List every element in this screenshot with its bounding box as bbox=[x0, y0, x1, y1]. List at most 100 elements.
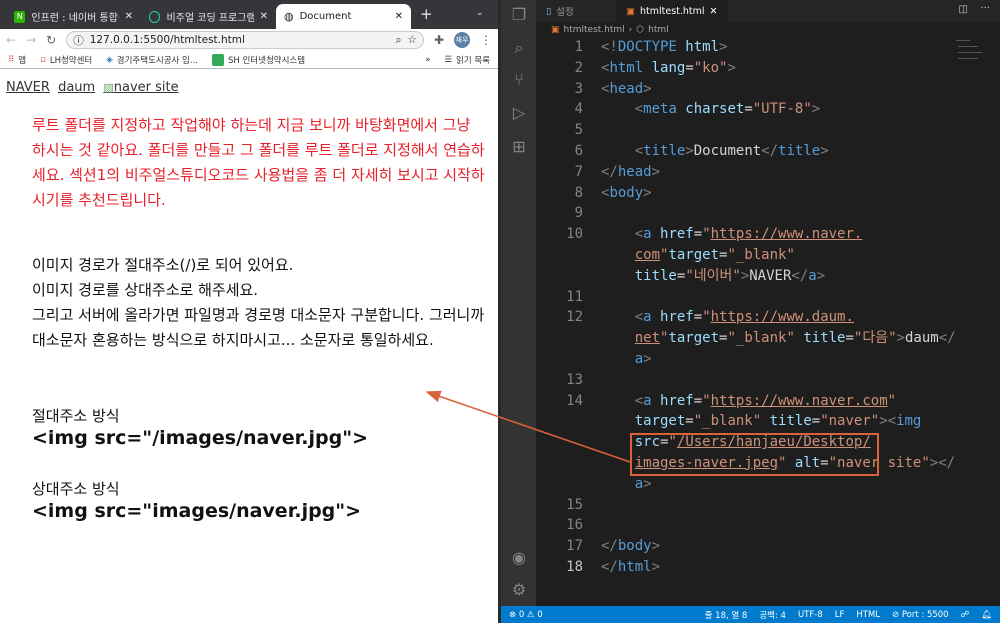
code-token: > bbox=[896, 330, 905, 347]
reading-list-button[interactable]: ☰ 읽기 목록 bbox=[444, 54, 490, 66]
chevron-right-icon: › bbox=[628, 24, 633, 35]
code-line[interactable]: 7 </head> bbox=[536, 162, 1000, 183]
daum-link[interactable]: daum bbox=[58, 80, 95, 95]
star-icon[interactable]: ☆ bbox=[408, 34, 417, 46]
code-line[interactable]: 3 <head> bbox=[536, 79, 1000, 100]
browser-tab-naver[interactable]: N 인프런 : 네이버 통합검색 ✕ bbox=[6, 4, 141, 29]
feedback-icon[interactable]: ☍ bbox=[961, 610, 970, 620]
menu-icon[interactable]: ⋮ bbox=[480, 33, 492, 47]
code-text: target="_blank" title="naver"><img bbox=[601, 411, 922, 432]
code-editor[interactable]: 1 <!DOCTYPE html> 2 <html lang="ko"> 3 <head>… bbox=[536, 37, 1000, 606]
bookmark-label: SH 인터넷청약시스템 bbox=[228, 55, 306, 66]
avatar[interactable]: 재우 bbox=[454, 32, 470, 48]
settings-gear-icon[interactable]: ⚙ bbox=[509, 580, 529, 600]
code-line[interactable]: net"target="_blank" title="다음">daum</ bbox=[536, 328, 1000, 349]
reload-icon[interactable]: ↻ bbox=[46, 33, 56, 47]
code-text: <html lang="ko"> bbox=[601, 58, 736, 79]
code-line[interactable]: 12 <a href="https://www.daum. bbox=[536, 307, 1000, 328]
close-tab-icon[interactable]: ✕ bbox=[395, 11, 403, 22]
line-number: 15 bbox=[566, 496, 583, 513]
bookmark-label: 경기주택도시공사 임... bbox=[116, 55, 198, 66]
language-mode[interactable]: HTML bbox=[856, 610, 880, 620]
bookmark-label: LH청약센터 bbox=[49, 55, 93, 66]
code-token: title bbox=[794, 330, 846, 347]
breadcrumb-file[interactable]: htmltest.html bbox=[564, 25, 625, 35]
code-line[interactable]: a> bbox=[536, 349, 1000, 370]
run-debug-icon[interactable]: ▷ bbox=[509, 103, 529, 123]
code-text: </head> bbox=[601, 162, 660, 183]
bookmark-sh[interactable]: SH 인터넷청약시스템 bbox=[212, 53, 306, 66]
code-token: "UTF-8" bbox=[752, 101, 812, 118]
bookmark-gh[interactable]: ◈ 경기주택도시공사 임... bbox=[106, 54, 198, 66]
code-line[interactable]: 8 <body> bbox=[536, 183, 1000, 204]
source-control-icon[interactable]: ⑂ bbox=[509, 70, 529, 90]
zoom-icon[interactable]: ⌕ bbox=[396, 34, 402, 47]
url-text[interactable]: 127.0.0.1:5500/htmltest.html bbox=[90, 34, 245, 46]
code-line[interactable]: title="네이버">NAVER</a> bbox=[536, 266, 1000, 287]
advice-line: 이미지 경로를 상대주소로 해주세요. bbox=[32, 281, 259, 299]
new-tab-button[interactable]: + bbox=[420, 5, 433, 23]
address-bar[interactable]: ⓘ 127.0.0.1:5500/htmltest.html ⌕ ☆ bbox=[66, 31, 424, 49]
code-line[interactable]: 13 bbox=[536, 370, 1000, 391]
black-advice-text: 이미지 경로가 절대주소(/)로 되어 있어요. 이미지 경로를 상대주소로 해… bbox=[32, 253, 487, 353]
code-line[interactable]: 10 <a href="https://www.naver. bbox=[536, 224, 1000, 245]
extensions-icon[interactable]: ⊞ bbox=[509, 137, 529, 157]
naver-image-link[interactable]: ▨naver site bbox=[103, 80, 178, 95]
code-token: >< bbox=[879, 413, 897, 430]
code-line[interactable]: 9 bbox=[536, 203, 1000, 224]
encoding[interactable]: UTF-8 bbox=[798, 610, 823, 620]
highlight-box bbox=[630, 433, 879, 476]
search-icon[interactable]: ⌕ bbox=[509, 38, 529, 58]
breadcrumb-element[interactable]: html bbox=[648, 25, 669, 35]
code-token: "다음" bbox=[853, 330, 897, 347]
problems-indicator[interactable]: ⊗ 0 ⚠ 0 bbox=[509, 610, 543, 620]
tab-settings[interactable]: ▯ 설정 bbox=[536, 0, 584, 22]
code-line[interactable]: 2 <html lang="ko"> bbox=[536, 58, 1000, 79]
code-token: "_blank" bbox=[693, 413, 762, 430]
line-number: 18 bbox=[566, 558, 583, 575]
code-line[interactable]: 4 <meta charset="UTF-8"> bbox=[536, 99, 1000, 120]
code-line[interactable]: 5 bbox=[536, 120, 1000, 141]
bookmark-apps[interactable]: ⠿ 앱 bbox=[8, 54, 26, 66]
code-token: = bbox=[693, 392, 703, 409]
code-line[interactable]: com"target="_blank" bbox=[536, 245, 1000, 266]
bookmark-lh[interactable]: ▫ LH청약센터 bbox=[40, 54, 92, 66]
back-icon[interactable]: ← bbox=[6, 33, 16, 47]
code-line[interactable]: target="_blank" title="naver"><img bbox=[536, 411, 1000, 432]
advice-line: 그리고 서버에 올라가면 파일명과 경로명 대소문자 구분합니다. 그러니까 대… bbox=[32, 306, 485, 349]
split-editor-icon[interactable]: ◫ bbox=[959, 4, 968, 15]
close-tab-icon[interactable]: ✕ bbox=[710, 6, 718, 17]
code-token: > bbox=[651, 538, 661, 555]
code-line[interactable]: a> bbox=[536, 474, 1000, 495]
tab-htmltest[interactable]: ▣ htmltest.html ✕ bbox=[616, 0, 728, 22]
code-line[interactable]: 16 bbox=[536, 515, 1000, 536]
code-line[interactable]: 15 bbox=[536, 495, 1000, 516]
code-line[interactable]: 6 <title>Document</title> bbox=[536, 141, 1000, 162]
browser-tab-visual-coding[interactable]: 비주얼 코딩 프로그램에서 ... ✕ bbox=[141, 4, 276, 29]
code-line[interactable]: 18 </html> bbox=[536, 557, 1000, 578]
eol[interactable]: LF bbox=[835, 610, 845, 620]
code-line[interactable]: 14 <a href="https://www.naver.com" bbox=[536, 391, 1000, 412]
notifications-bell-icon[interactable]: 🔔︎ bbox=[981, 610, 992, 620]
live-server-port[interactable]: ⊘ Port : 5500 bbox=[892, 610, 949, 620]
naver-link[interactable]: NAVER bbox=[6, 80, 50, 95]
forward-icon[interactable]: → bbox=[26, 33, 36, 47]
explorer-icon[interactable]: ❐ bbox=[509, 5, 529, 25]
more-bookmarks-button[interactable]: » bbox=[425, 55, 430, 65]
browser-tab-document[interactable]: ◍ Document ✕ bbox=[276, 4, 411, 29]
cursor-position[interactable]: 줄 18, 열 8 bbox=[705, 609, 748, 621]
more-actions-icon[interactable]: ··· bbox=[980, 3, 990, 14]
close-tab-icon[interactable]: ✕ bbox=[125, 11, 133, 22]
code-line[interactable]: 1 <!DOCTYPE html> bbox=[536, 37, 1000, 58]
code-token: > bbox=[816, 267, 826, 284]
indentation[interactable]: 공백: 4 bbox=[759, 609, 786, 621]
account-icon[interactable]: ◉ bbox=[509, 548, 529, 568]
code-line[interactable]: 11 bbox=[536, 287, 1000, 308]
close-tab-icon[interactable]: ✕ bbox=[260, 11, 268, 22]
extensions-icon[interactable]: ✚ bbox=[434, 33, 444, 47]
tab-search-chevron-icon[interactable]: ⌄ bbox=[476, 8, 484, 18]
code-line[interactable]: 17 </body> bbox=[536, 536, 1000, 557]
code-token: img bbox=[896, 413, 922, 430]
minimap[interactable] bbox=[956, 40, 986, 70]
